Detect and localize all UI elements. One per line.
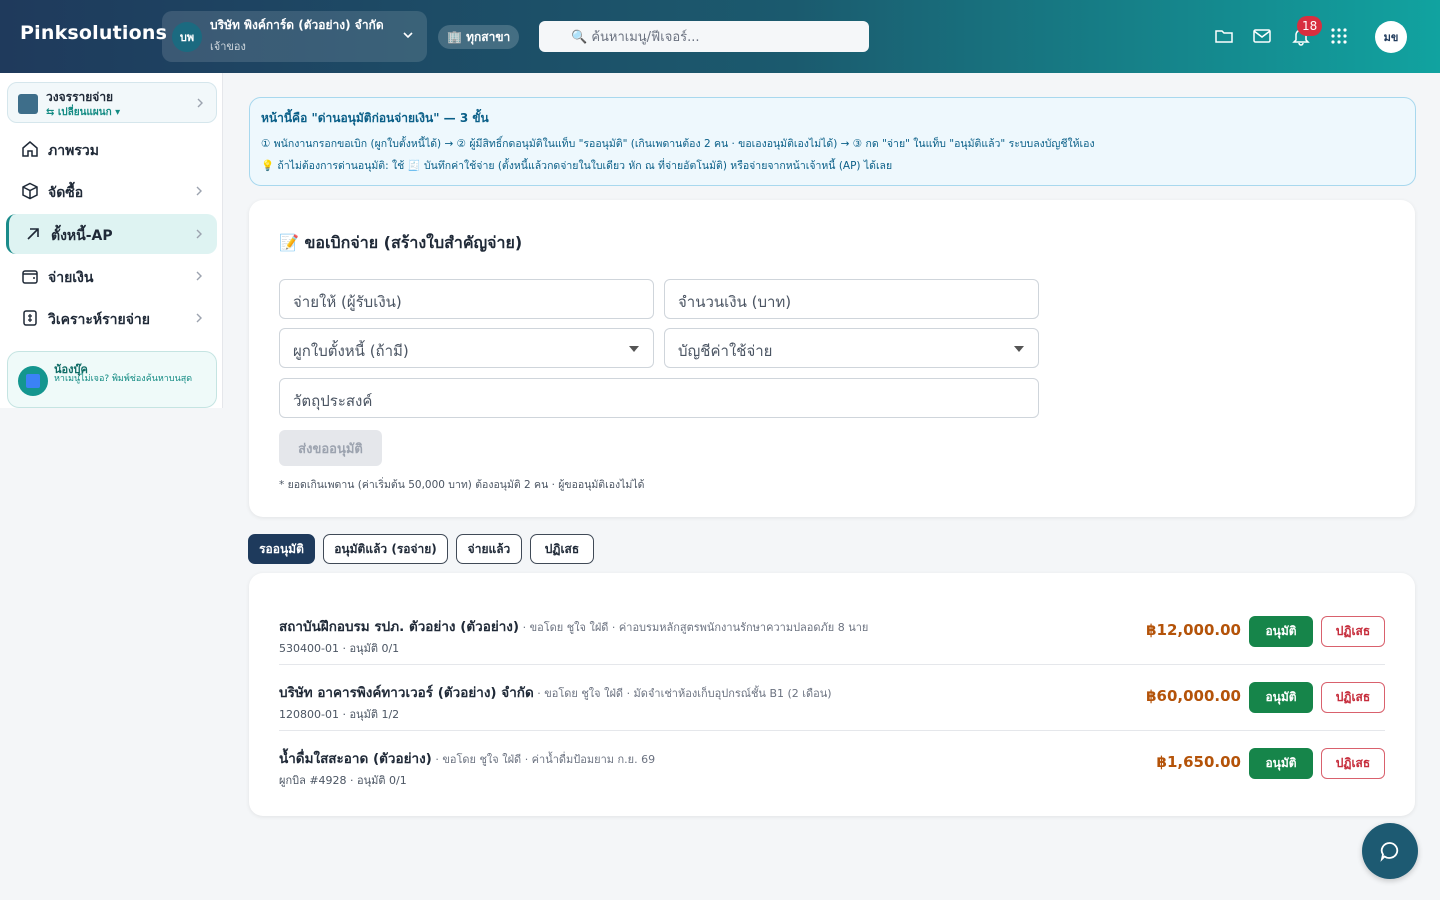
sidebar-item-label: ตั้งหนี้-AP — [51, 228, 113, 244]
request-amount: ฿1,650.00 — [1156, 753, 1241, 771]
sidebar: วงจรรายจ่าย ⇆ เปลี่ยนแผนก ▾ ภาพรวม จัดซื… — [0, 73, 223, 408]
request-meta: · ขอโดย ชูใจ ใฝ่ดี · ค่าน้ำดื่มป้อมยาม ก… — [431, 753, 656, 766]
list-item: บริษัท อาคารพิงค์ทาวเวอร์ (ตัวอย่าง) จำก… — [279, 665, 1385, 731]
top-bar: Pinksolutions บพ บริษัท พิงค์การ์ด (ตัวอ… — [0, 0, 1440, 73]
folder-icon[interactable] — [1214, 26, 1234, 46]
assistant-card[interactable]: น้องบุ๊ค หาเมนูไม่เจอ? พิมพ์ช่องค้นหาบนส… — [7, 351, 217, 408]
company-switcher[interactable]: บพ บริษัท พิงค์การ์ด (ตัวอย่าง) จำกัด เจ… — [162, 11, 427, 62]
approval-note: * ยอดเกินเพดาน (ค่าเริ่มต้น 50,000 บาท) … — [279, 479, 645, 491]
user-avatar[interactable]: มข — [1375, 21, 1407, 53]
department-switcher[interactable]: วงจรรายจ่าย ⇆ เปลี่ยนแผนก ▾ — [7, 82, 217, 123]
request-ref: 120800-01 · อนุมัติ 1/2 — [279, 708, 400, 721]
chevron-down-icon — [403, 32, 413, 39]
request-amount: ฿60,000.00 — [1146, 687, 1241, 705]
request-meta: · ขอโดย ชูใจ ใฝ่ดี · มัดจำเช่าห้องเก็บอุ… — [533, 687, 832, 700]
sidebar-item-payment[interactable]: จ่ายเงิน — [6, 256, 217, 296]
reject-button[interactable]: ปฏิเสธ — [1321, 682, 1385, 713]
branch-filter[interactable]: 🏢 ทุกสาขา — [438, 25, 520, 49]
bill-select-value: ผูกใบตั้งหนี้ (ถ้ามี) — [293, 342, 409, 360]
chevron-right-icon — [196, 271, 202, 281]
amount-placeholder: จำนวนเงิน (บาท) — [678, 293, 792, 311]
tab-approved[interactable]: อนุมัติแล้ว (รอจ่าย) — [323, 534, 448, 564]
sidebar-item-purchasing[interactable]: จัดซื้อ — [6, 171, 217, 211]
wallet-icon — [22, 270, 38, 284]
arrow-up-right-icon — [27, 228, 39, 240]
purpose-placeholder: วัตถุประสงค์ — [293, 392, 373, 410]
callout-steps: ① พนักงานกรอกขอเบิก (ผูกใบตั้งหนี้ได้) →… — [261, 138, 1095, 150]
assistant-hint: หาเมนูไม่เจอ? พิมพ์ช่องค้นหาบนสุด — [54, 374, 193, 384]
reject-button[interactable]: ปฏิเสธ — [1321, 616, 1385, 647]
chevron-right-icon — [196, 186, 202, 196]
chevron-right-icon — [196, 229, 202, 239]
company-role: เจ้าของ — [210, 40, 246, 53]
form-title: 📝 ขอเบิกจ่าย (สร้างใบสำคัญจ่าย) — [279, 233, 523, 252]
tab-rejected[interactable]: ปฏิเสธ — [530, 534, 594, 564]
apps-grid-icon[interactable] — [1329, 26, 1349, 46]
payee-placeholder: จ่ายให้ (ผู้รับเงิน) — [293, 293, 402, 311]
mail-icon[interactable] — [1252, 26, 1272, 46]
payment-request-form: 📝 ขอเบิกจ่าย (สร้างใบสำคัญจ่าย) จ่ายให้ … — [249, 200, 1415, 517]
list-item: สถาบันฝึกอบรม รปภ. ตัวอย่าง (ตัวอย่าง) ·… — [279, 599, 1385, 665]
department-icon — [18, 94, 38, 114]
search-input[interactable] — [571, 25, 861, 49]
list-item: น้ำดื่มใสสะอาด (ตัวอย่าง) · ขอโดย ชูใจ ใ… — [279, 731, 1385, 797]
tab-paid[interactable]: จ่ายแล้ว — [456, 534, 522, 564]
sidebar-item-label: ภาพรวม — [48, 143, 99, 159]
receipt-icon — [23, 310, 37, 326]
approve-button[interactable]: อนุมัติ — [1249, 682, 1313, 713]
vendor-name: บริษัท อาคารพิงค์ทาวเวอร์ (ตัวอย่าง) จำก… — [279, 685, 534, 701]
request-ref: ผูกบิล #4928 · อนุมัติ 0/1 — [279, 774, 407, 787]
payee-field[interactable]: จ่ายให้ (ผู้รับเงิน) — [279, 279, 654, 319]
home-icon — [22, 141, 38, 157]
caret-down-icon — [629, 346, 639, 352]
book-icon — [18, 366, 48, 396]
notification-badge: 18 — [1297, 16, 1323, 36]
caret-down-icon — [1014, 346, 1024, 352]
company-name: บริษัท พิงค์การ์ด (ตัวอย่าง) จำกัด — [210, 18, 384, 32]
info-callout: หน้านี้คือ "ด่านอนุมัติก่อนจ่ายเงิน" — 3… — [249, 97, 1416, 186]
callout-title: หน้านี้คือ "ด่านอนุมัติก่อนจ่ายเงิน" — 3… — [261, 111, 489, 125]
callout-tip: 💡 ถ้าไม่ต้องการด่านอนุมัติ: ใช้ 🧾 บันทึก… — [261, 160, 893, 172]
sidebar-item-overview[interactable]: ภาพรวม — [6, 129, 217, 169]
search-box[interactable] — [539, 21, 869, 52]
company-avatar: บพ — [172, 22, 202, 52]
vendor-name: น้ำดื่มใสสะอาด (ตัวอย่าง) — [279, 751, 432, 767]
amount-field[interactable]: จำนวนเงิน (บาท) — [664, 279, 1039, 319]
sidebar-item-label: จ่ายเงิน — [48, 270, 94, 286]
expense-account-select[interactable]: บัญชีค่าใช้จ่าย — [664, 328, 1039, 368]
request-ref: 530400-01 · อนุมัติ 0/1 — [279, 642, 400, 655]
reject-button[interactable]: ปฏิเสธ — [1321, 748, 1385, 779]
approve-button[interactable]: อนุมัติ — [1249, 616, 1313, 647]
chevron-right-icon — [196, 313, 202, 323]
tab-pending[interactable]: รออนุมัติ — [248, 534, 315, 564]
sidebar-item-label: วิเคราะห์รายจ่าย — [48, 312, 150, 328]
vendor-name: สถาบันฝึกอบรม รปภ. ตัวอย่าง (ตัวอย่าง) — [279, 619, 520, 635]
submit-approval-button[interactable]: ส่งขออนุมัติ — [279, 430, 382, 466]
box-icon — [22, 182, 38, 200]
chevron-right-icon — [197, 98, 203, 108]
sidebar-item-label: จัดซื้อ — [48, 185, 84, 201]
request-amount: ฿12,000.00 — [1146, 621, 1241, 639]
purpose-field[interactable]: วัตถุประสงค์ — [279, 378, 1039, 418]
chat-button[interactable] — [1362, 823, 1418, 879]
department-switch-link[interactable]: ⇆ เปลี่ยนแผนก ▾ — [46, 105, 120, 120]
account-select-value: บัญชีค่าใช้จ่าย — [678, 342, 773, 360]
bill-select[interactable]: ผูกใบตั้งหนี้ (ถ้ามี) — [279, 328, 654, 368]
brand-logo[interactable]: Pinksolutions — [20, 22, 167, 44]
request-list: สถาบันฝึกอบรม รปภ. ตัวอย่าง (ตัวอย่าง) ·… — [249, 573, 1415, 816]
sidebar-item-expense-analysis[interactable]: วิเคราะห์รายจ่าย — [6, 298, 217, 338]
sidebar-item-ap[interactable]: ตั้งหนี้-AP — [6, 214, 217, 254]
approve-button[interactable]: อนุมัติ — [1249, 748, 1313, 779]
chat-bubble-icon — [1380, 842, 1399, 862]
request-meta: · ขอโดย ชูใจ ใฝ่ดี · ค่าอบรมหลักสูตรพนัก… — [519, 621, 869, 634]
